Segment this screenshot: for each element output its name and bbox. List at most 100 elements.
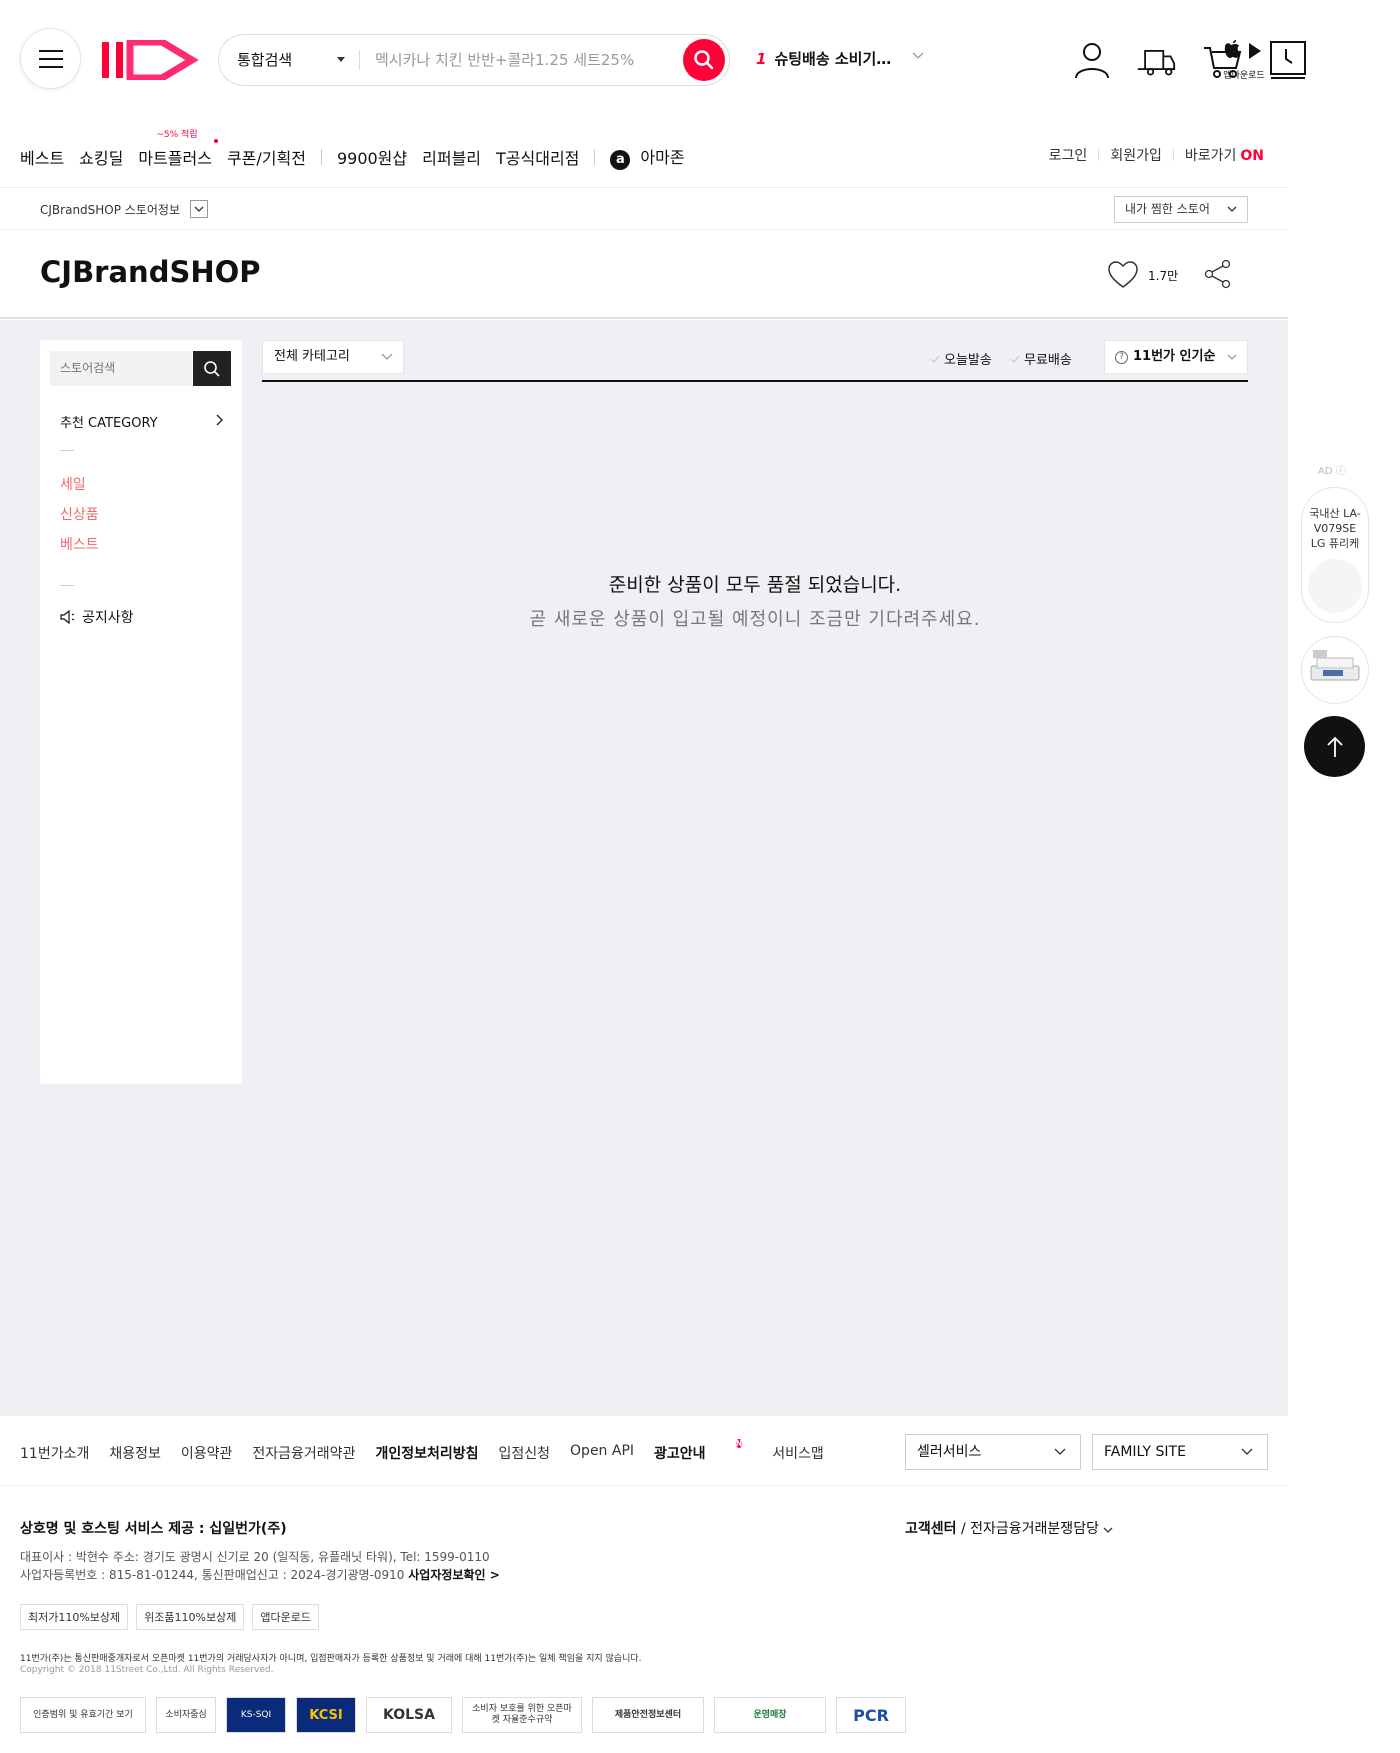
- chevron-down-icon: [1054, 1448, 1066, 1455]
- nav-item-label: 아마존: [640, 148, 685, 167]
- 11st-logo[interactable]: [100, 40, 200, 80]
- filter-free-label: 무료배송: [1024, 353, 1072, 368]
- sidebar-link-new[interactable]: 신상품: [60, 504, 99, 524]
- search-button[interactable]: [683, 39, 725, 81]
- cert-self-regulation[interactable]: 소비자 보호를 위한 오픈마켓 자율준수규약: [462, 1697, 582, 1733]
- shortcut-link[interactable]: 바로가기 ON: [1185, 145, 1264, 165]
- chevron-down-icon[interactable]: [912, 52, 924, 60]
- ad-text-line: V079SE: [1313, 522, 1357, 535]
- footer-link-ads[interactable]: 광고안내 N: [654, 1439, 752, 1463]
- info-icon[interactable]: ⓘ: [1336, 466, 1346, 477]
- company-name: 상호명 및 호스팅 서비스 제공 : 십일번가(주): [20, 1521, 287, 1537]
- hamburger-menu-button[interactable]: [20, 28, 81, 89]
- divider: [359, 50, 360, 70]
- footer-link-efinance-terms[interactable]: 전자금융거래약관: [252, 1443, 355, 1463]
- nav-item-amazon[interactable]: a 아마존: [610, 144, 685, 170]
- nav-item-label: 마트플러스: [138, 148, 212, 168]
- family-site-label: FAMILY SITE: [1104, 1444, 1186, 1460]
- chevron-down-icon: [381, 353, 393, 360]
- sort-select[interactable]: ? 11번가 인기순: [1104, 340, 1248, 374]
- business-info-link[interactable]: 사업자정보확인 >: [408, 1568, 500, 1582]
- nav-item-coupon[interactable]: 쿠폰/기획전: [227, 145, 306, 169]
- store-search-input[interactable]: [50, 351, 192, 386]
- sort-label: 11번가 인기순: [1133, 349, 1216, 364]
- menu-line-icon: [38, 65, 63, 68]
- tag-app-download[interactable]: 앱다운로드: [252, 1604, 319, 1630]
- cert-product-safety[interactable]: 제품안전정보센터: [592, 1697, 704, 1733]
- chevron-down-icon: [1103, 1527, 1113, 1533]
- cert-kssqi[interactable]: KS-SQI: [226, 1697, 286, 1733]
- filter-today-shipping[interactable]: 오늘발송: [930, 349, 992, 368]
- cert-hazard-block[interactable]: 운영매장: [714, 1697, 826, 1733]
- question-icon[interactable]: ?: [1115, 351, 1128, 364]
- app-download-label: 앱다운로드: [1223, 71, 1265, 81]
- store-info-toggle[interactable]: [190, 200, 208, 218]
- divider: [1172, 149, 1174, 161]
- cert-ccm[interactable]: 소비자중심: [156, 1697, 216, 1733]
- sidebar-notice-link[interactable]: 공지사항: [60, 607, 134, 627]
- chevron-right-icon[interactable]: [216, 414, 224, 426]
- footer-link-apply[interactable]: 입점신청: [499, 1443, 551, 1463]
- chevron-down-icon: [1227, 354, 1237, 360]
- nav-item-9900-shop[interactable]: 9900원샵: [337, 145, 407, 169]
- seller-service-label: 셀러서비스: [917, 1444, 982, 1460]
- search-input[interactable]: [375, 35, 655, 85]
- sidebar-link-best[interactable]: 베스트: [60, 534, 99, 554]
- recent-history-icon[interactable]: [1268, 40, 1308, 80]
- search-icon: [204, 360, 220, 377]
- footer-link-terms[interactable]: 이용약관: [181, 1443, 233, 1463]
- nav-item-best[interactable]: 베스트: [20, 145, 64, 169]
- user-icon[interactable]: [1072, 40, 1112, 80]
- nav-item-mart-plus[interactable]: ~5% 적립 마트플러스: [138, 130, 218, 169]
- signup-link[interactable]: 회원가입: [1110, 145, 1162, 165]
- empty-subtitle: 곧 새로운 상품이 입고될 예정이니 조금만 기다려주세요.: [529, 609, 981, 630]
- cert-kolsa[interactable]: KOLSA: [366, 1697, 452, 1733]
- footer-link-about[interactable]: 11번가소개: [20, 1443, 89, 1463]
- check-icon: [1010, 355, 1020, 363]
- family-site-select[interactable]: FAMILY SITE: [1092, 1434, 1268, 1470]
- chevron-down-icon: [1241, 1448, 1253, 1455]
- tag-counterfeit[interactable]: 위조품110%보상제: [136, 1604, 245, 1630]
- caret-down-icon: [337, 57, 345, 62]
- tag-lowest-price[interactable]: 최저가110%보상제: [20, 1604, 129, 1630]
- footer-link-privacy[interactable]: 개인정보처리방침: [375, 1443, 478, 1463]
- search-category-select[interactable]: 통합검색: [237, 35, 292, 85]
- favorite-stores-label: 내가 찜한 스토어: [1125, 202, 1210, 216]
- trending-keyword[interactable]: 1 슈팅배송 소비기…: [756, 48, 891, 69]
- store-search-button[interactable]: [193, 351, 231, 386]
- business-info-text: 사업자등록번호 : 815-81-01244, 통신판매업신고 : 2024-경…: [20, 1568, 409, 1582]
- nav-item-refurbly[interactable]: 리퍼블리: [422, 145, 481, 169]
- share-icon[interactable]: [1204, 259, 1232, 289]
- company-info-line: 사업자등록번호 : 815-81-01244, 통신판매업신고 : 2024-경…: [20, 1566, 500, 1583]
- cert-isms-p[interactable]: 인증범위 및 유효기간 보기: [20, 1697, 146, 1733]
- footer-link-careers[interactable]: 채용정보: [109, 1443, 161, 1463]
- recommended-category-title[interactable]: 추천 CATEGORY: [60, 412, 158, 431]
- scroll-to-top-button[interactable]: [1304, 716, 1365, 777]
- login-link[interactable]: 로그인: [1049, 145, 1088, 165]
- filter-free-shipping[interactable]: 무료배송: [1010, 349, 1072, 368]
- app-download-button[interactable]: 앱다운로드: [1218, 40, 1270, 81]
- recent-product-thumbnail[interactable]: [1301, 636, 1369, 704]
- seller-service-select[interactable]: 셀러서비스: [905, 1434, 1081, 1470]
- favorite-stores-select[interactable]: 내가 찜한 스토어: [1114, 196, 1248, 223]
- ads-label: 광고안내: [654, 1446, 706, 1462]
- cert-kcsi[interactable]: KCSI: [296, 1697, 356, 1733]
- main-content: 추천 CATEGORY 세일 신상품 베스트 공지사항 전체 카테고리 오늘발송…: [0, 320, 1288, 1416]
- footer-link-open-api[interactable]: Open API: [570, 1443, 634, 1463]
- nav-item-t-official[interactable]: T공식대리점: [496, 145, 579, 169]
- footer-link-sitemap[interactable]: 서비스맵: [772, 1443, 824, 1463]
- divider: [1098, 149, 1100, 161]
- certification-badges: 인증범위 및 유효기간 보기 소비자중심 KS-SQI KCSI KOLSA 소…: [20, 1697, 906, 1733]
- cert-pcr[interactable]: PCR: [836, 1697, 906, 1733]
- nav-item-shocking-deal[interactable]: 쇼킹딜: [79, 145, 123, 169]
- delivery-truck-icon[interactable]: [1136, 40, 1176, 80]
- search-bar: 통합검색: [218, 34, 730, 86]
- store-like-button[interactable]: 1.7만: [1108, 261, 1178, 289]
- sidebar-link-sale[interactable]: 세일: [60, 474, 86, 494]
- customer-center[interactable]: 고객센터 / 전자금융거래분쟁담당: [905, 1518, 1113, 1538]
- ad-card[interactable]: 국내산 LA- V079SE LG 퓨리케: [1301, 487, 1369, 623]
- new-badge: N: [735, 1439, 743, 1448]
- notice-label: 공지사항: [82, 610, 134, 626]
- category-select[interactable]: 전체 카테고리: [262, 340, 404, 374]
- menu-line-icon: [38, 57, 63, 60]
